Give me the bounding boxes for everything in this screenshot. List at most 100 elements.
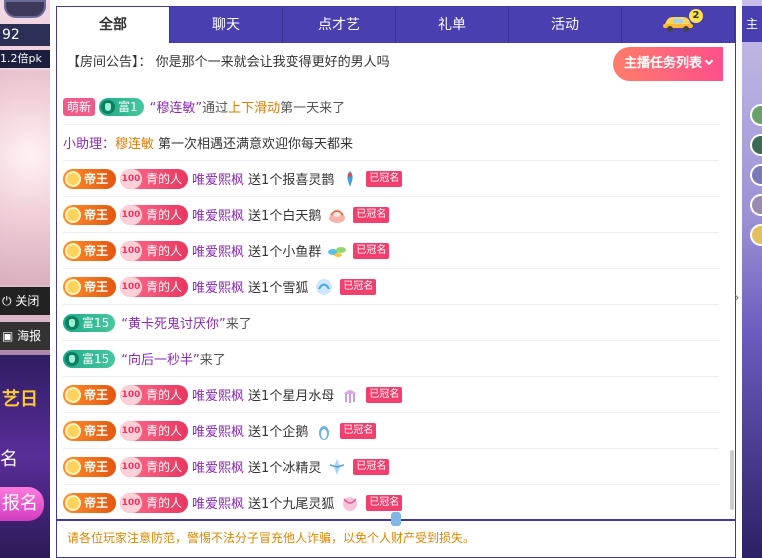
- gift-text: 送1个星月水母: [248, 389, 335, 404]
- assistant-text: 第一次相遇还满意欢迎你每天都来: [158, 137, 354, 152]
- avatar[interactable]: [750, 164, 762, 186]
- emperor-badge: 帝王: [63, 456, 117, 477]
- crowned-badge: 已冠名: [353, 458, 390, 475]
- tab-car[interactable]: 2: [622, 7, 735, 43]
- heart-icon: 100: [120, 492, 143, 513]
- tab-all[interactable]: 全部: [57, 7, 170, 43]
- newbie-badge: 萌新: [63, 97, 96, 116]
- snow-fox-icon: [316, 278, 333, 295]
- sender-name[interactable]: 唯爱熙枫: [192, 385, 244, 404]
- emperor-badge: 帝王: [63, 276, 117, 297]
- resize-handle[interactable]: [391, 512, 401, 526]
- chat-panel: 全部 聊天 点才艺 礼单 活动 2 【房间公告】： 你是那个一来就会让我变得更好…: [56, 6, 736, 558]
- nine-tail-fox-icon: [343, 496, 358, 511]
- drop-icon: [65, 315, 79, 330]
- sender-name[interactable]: 唯爱熙枫: [192, 457, 244, 476]
- fan-label: 青的人: [146, 496, 183, 510]
- heart-icon: 100: [120, 276, 143, 297]
- assistant-target-name[interactable]: 穆连敏: [115, 133, 154, 152]
- emperor-badge: 帝王: [63, 384, 117, 405]
- host-task-list-button[interactable]: 主播任务列表: [613, 47, 723, 81]
- wealth-level: 富15: [82, 316, 110, 330]
- tab-chat[interactable]: 聊天: [170, 7, 283, 43]
- crowned-badge: 已冠名: [366, 386, 403, 403]
- close-label: 关闭: [15, 294, 40, 308]
- sender-name[interactable]: 唯爱熙枫: [192, 421, 244, 440]
- close-button[interactable]: ⏻ 关闭: [0, 287, 50, 315]
- list-item: 小助理： 穆连敏 第一次相遇还满意欢迎你每天都来: [63, 125, 719, 161]
- table-row: 帝王 100 青的人 唯爱熙枫 送1个小鱼群 已冠名: [63, 233, 719, 269]
- viewer-count: 92: [0, 24, 50, 46]
- penguin-icon: [319, 425, 330, 440]
- fan-badge: 100 青的人: [120, 204, 189, 225]
- gift-text: 送1个白天鹅: [248, 209, 322, 224]
- fan-label: 青的人: [146, 460, 183, 474]
- crowned-badge: 已冠名: [340, 278, 377, 295]
- sender-name[interactable]: 唯爱熙枫: [192, 241, 244, 260]
- avatar[interactable]: [750, 194, 762, 216]
- scrollbar[interactable]: [730, 450, 734, 510]
- emperor-label: 帝王: [84, 172, 109, 186]
- coin-icon: [65, 242, 81, 259]
- swan-icon: [329, 208, 346, 223]
- user-name[interactable]: “向后一秒半”: [121, 349, 199, 368]
- promo-title: 艺日: [2, 389, 38, 410]
- avatar[interactable]: [750, 134, 762, 156]
- coin-icon: [65, 170, 81, 187]
- emperor-badge: 帝王: [63, 240, 117, 261]
- crowned-badge: 已冠名: [353, 206, 390, 223]
- fan-badge: 100 青的人: [120, 420, 189, 441]
- list-item: 富15 “黄卡死鬼讨厌你” 来了: [63, 305, 719, 341]
- fan-label: 青的人: [146, 208, 183, 222]
- fan-label: 青的人: [146, 172, 183, 186]
- tab-activity[interactable]: 活动: [509, 7, 622, 43]
- signup-button[interactable]: 报名: [0, 487, 44, 521]
- wealth-badge: 富1: [99, 97, 144, 116]
- fan-badge: 100 青的人: [120, 384, 189, 405]
- fan-badge: 100 青的人: [120, 240, 189, 261]
- avatar[interactable]: [750, 224, 762, 246]
- sender-name[interactable]: 唯爱熙枫: [192, 169, 244, 188]
- room-announcement: 【房间公告】： 你是那个一来就会让我变得更好的男人吗: [67, 51, 390, 70]
- gift-text: 送1个冰精灵: [248, 461, 322, 476]
- crowned-badge: 已冠名: [366, 494, 403, 511]
- coin-icon: [65, 494, 81, 511]
- table-row: 帝王 100 青的人 唯爱熙枫 送1个企鹅 已冠名: [63, 413, 719, 449]
- announcement-tag: 【房间公告】：: [67, 55, 152, 70]
- emperor-label: 帝王: [84, 424, 109, 438]
- car-count-badge: 2: [689, 9, 703, 23]
- heart-icon: 100: [120, 456, 143, 477]
- tab-talent[interactable]: 点才艺: [283, 7, 396, 43]
- left-video-strip: 92 1.2倍pk ⏻ 关闭 ▣ 海报 艺日 名 报名: [0, 0, 50, 558]
- promo-banner[interactable]: 艺日 名 报名: [0, 355, 50, 558]
- user-name[interactable]: “黄卡死鬼讨厌你”: [121, 313, 225, 332]
- user-name[interactable]: “穆连敏”: [150, 97, 202, 116]
- emperor-label: 帝王: [84, 244, 109, 258]
- sender-name[interactable]: 唯爱熙枫: [192, 493, 244, 512]
- table-row: 帝王 100 青的人 唯爱熙枫 送1个白天鹅 已冠名: [63, 197, 719, 233]
- jellyfish-icon: [344, 389, 357, 403]
- chat-message-list: 【房间公告】： 你是那个一来就会让我变得更好的男人吗 主播任务列表 萌新 富1 …: [57, 43, 735, 519]
- table-row: 帝王 100 青的人 唯爱熙枫 送1个星月水母 已冠名: [63, 377, 719, 413]
- fan-badge: 100 青的人: [120, 492, 189, 513]
- avatar[interactable]: [750, 104, 762, 126]
- sender-name[interactable]: 唯爱熙枫: [192, 277, 244, 296]
- avatar[interactable]: [4, 0, 46, 18]
- crowned-badge: 已冠名: [340, 422, 377, 439]
- fan-label: 青的人: [146, 388, 183, 402]
- chat-tabs: 全部 聊天 点才艺 礼单 活动 2: [57, 7, 735, 43]
- emperor-label: 帝王: [84, 460, 109, 474]
- list-item: 富15 “向后一秒半” 来了: [63, 341, 719, 377]
- poster-button[interactable]: ▣ 海报: [0, 322, 50, 350]
- promo-subtitle: 名: [0, 449, 18, 470]
- wealth-level: 富1: [118, 100, 138, 114]
- sender-name[interactable]: 唯爱熙枫: [192, 205, 244, 224]
- emperor-badge: 帝王: [63, 420, 117, 441]
- heart-icon: 100: [120, 168, 143, 189]
- list-item: 萌新 富1 “穆连敏” 通过 上下滑动 第一天来了: [63, 89, 719, 125]
- chevron-right-icon[interactable]: ›: [734, 290, 740, 306]
- tab-gift-list[interactable]: 礼单: [396, 7, 509, 43]
- coin-icon: [65, 422, 81, 439]
- table-row: 帝王 100 青的人 唯爱熙枫 送1个报喜灵鹊 已冠名: [63, 161, 719, 197]
- emperor-label: 帝王: [84, 388, 109, 402]
